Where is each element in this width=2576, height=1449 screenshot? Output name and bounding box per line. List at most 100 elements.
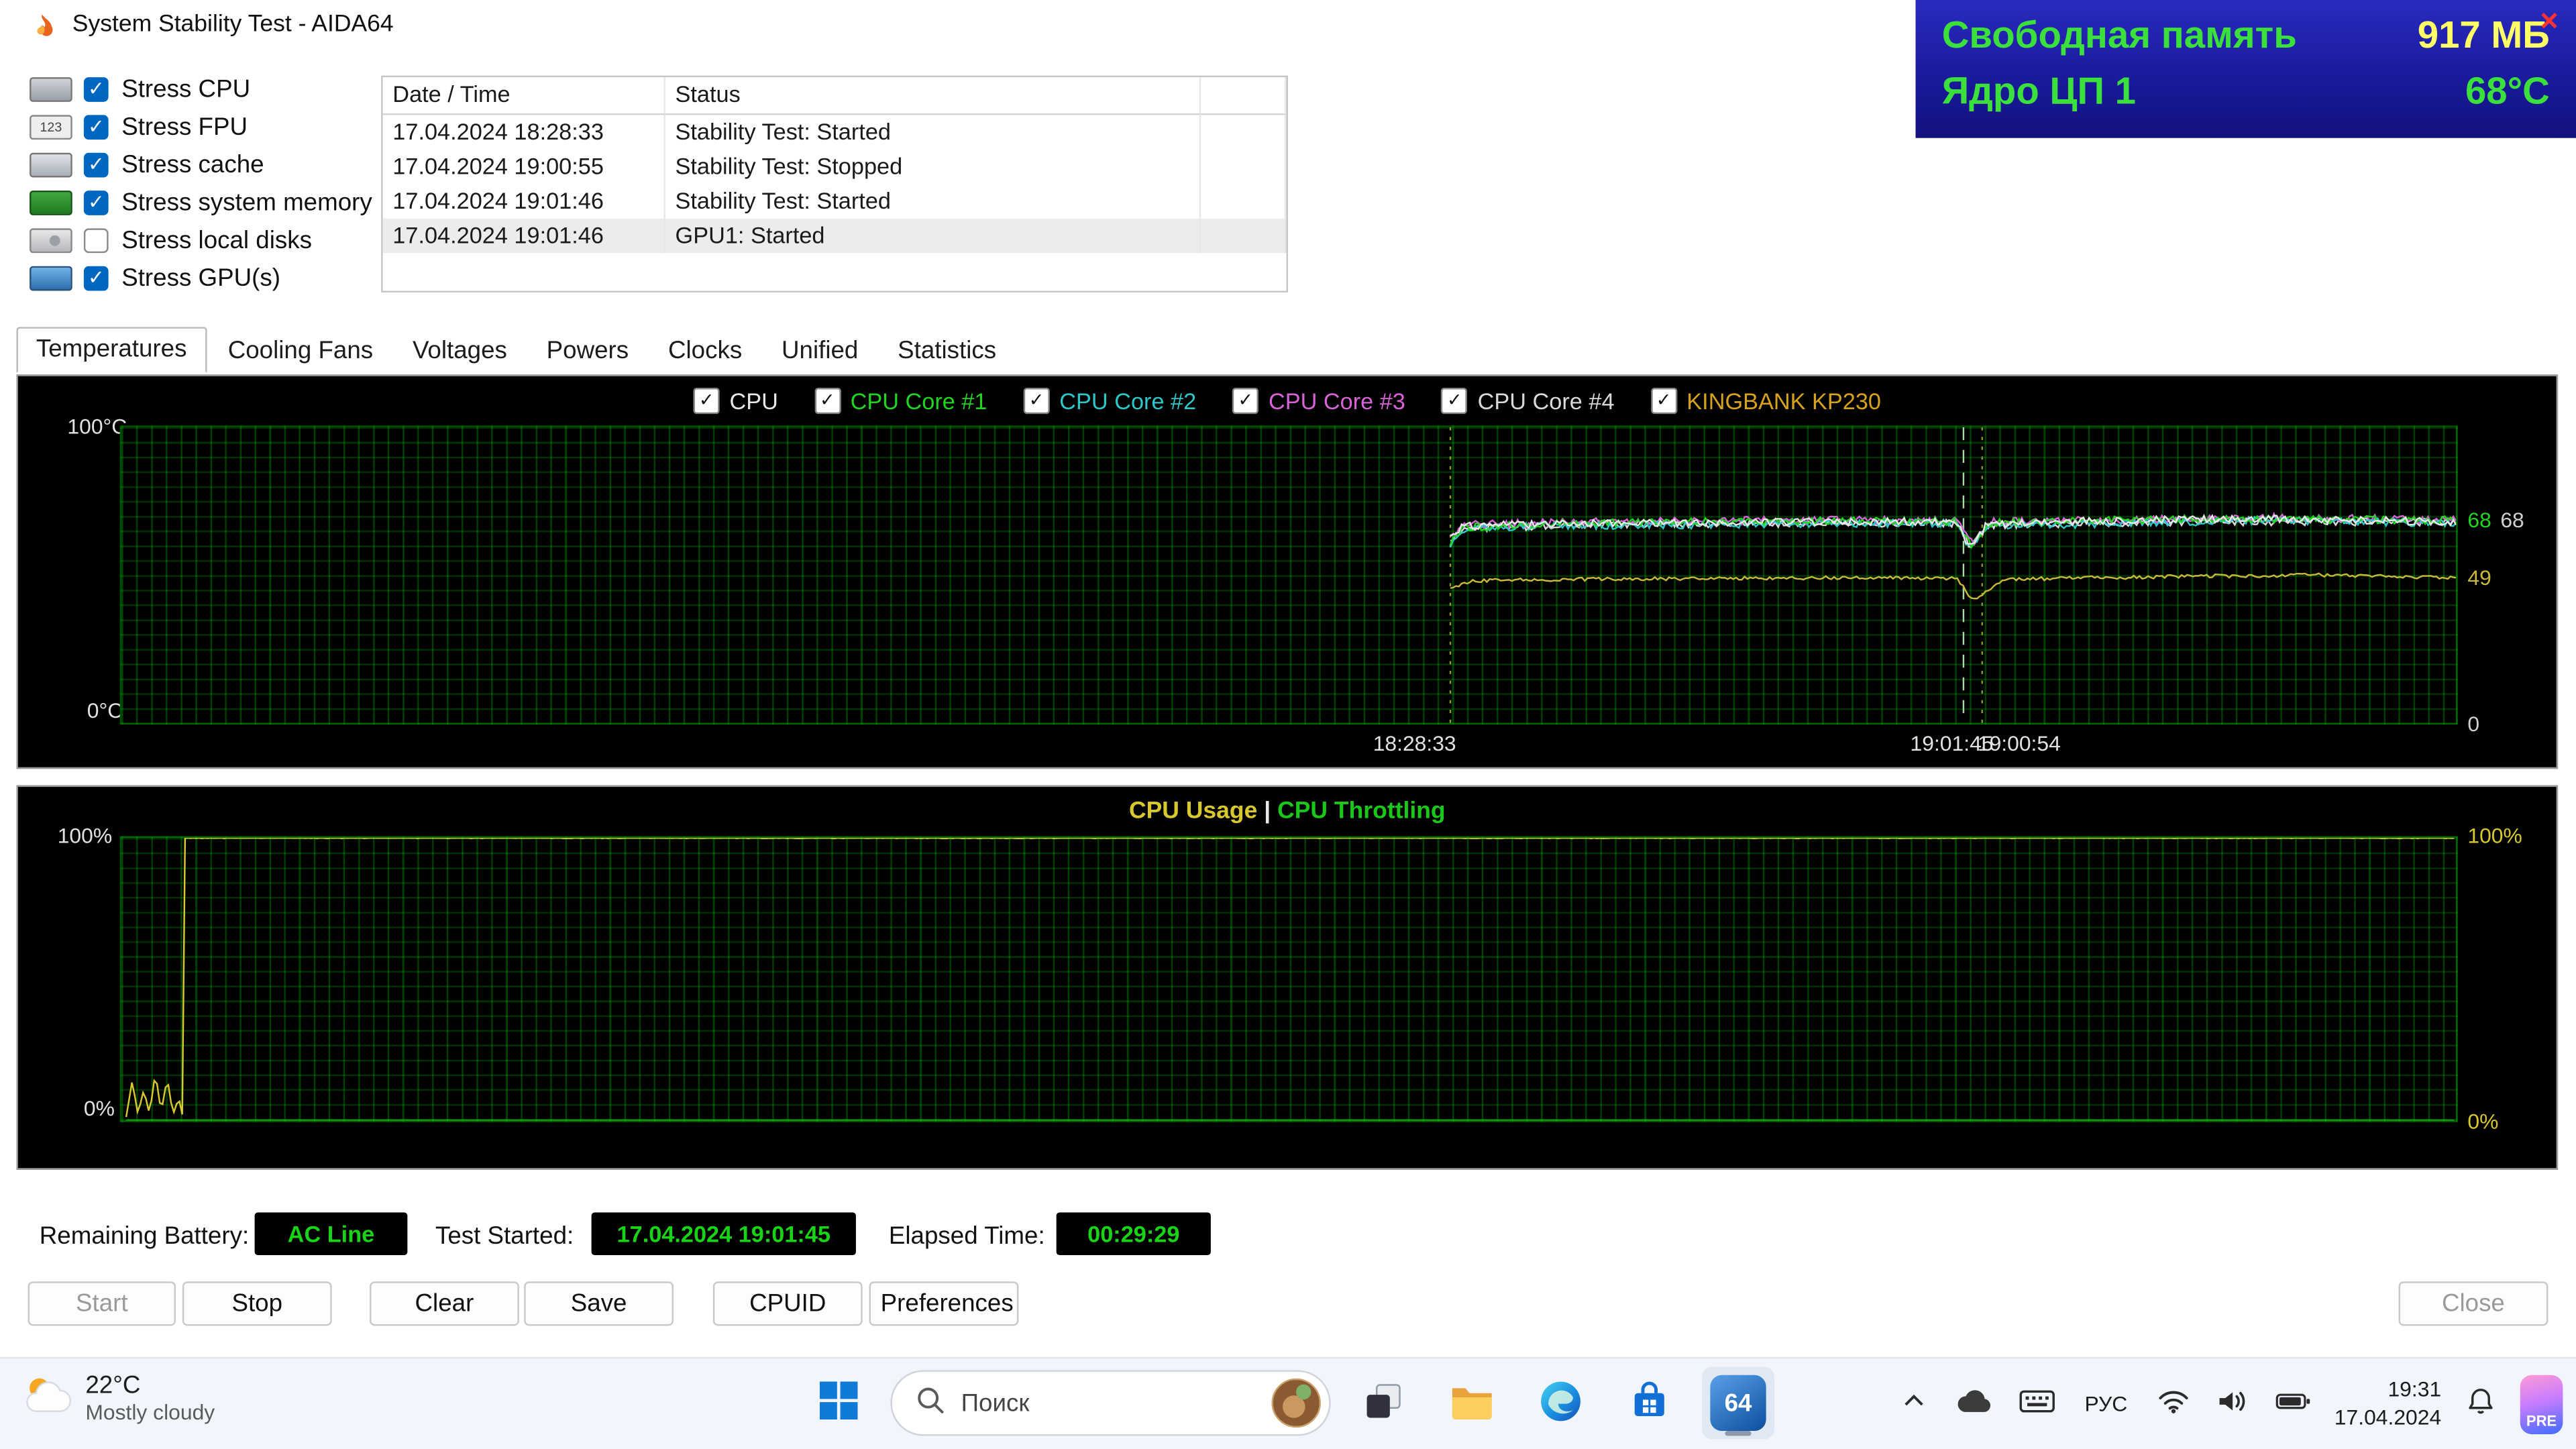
- stress-option[interactable]: ✓Stress GPU(s): [30, 264, 372, 290]
- log-cell-status[interactable]: GPU1: Started: [665, 219, 1201, 253]
- legend-checkbox[interactable]: ✓: [1442, 388, 1468, 414]
- stress-option[interactable]: ✓Stress FPU: [30, 113, 372, 140]
- log-cell-empty: [1201, 219, 1286, 253]
- legend-item[interactable]: ✓ CPU Core #1: [814, 388, 987, 414]
- save-button[interactable]: Save: [524, 1281, 674, 1326]
- osd-row: Свободная память917 МБ: [1942, 13, 2550, 69]
- osd-value: 68°C: [2465, 69, 2550, 113]
- volume-button[interactable]: [2213, 1368, 2253, 1440]
- aida64-icon: 64: [1710, 1375, 1766, 1431]
- log-column-header: Date / Time: [383, 77, 665, 115]
- tab-cooling-fans[interactable]: Cooling Fans: [210, 330, 391, 373]
- taskbar-center: Поиск: [802, 1367, 1774, 1440]
- osd-row: Ядро ЦП 1 68°C: [1942, 69, 2550, 125]
- log-cell-datetime[interactable]: 17.04.2024 19:01:46: [383, 184, 665, 218]
- start-menu-button[interactable]: [802, 1367, 874, 1440]
- stress-option[interactable]: Stress local disks: [30, 227, 372, 253]
- axis-value-label: 68: [2500, 508, 2524, 533]
- elapsed-time-value: 00:29:29: [1057, 1212, 1211, 1255]
- tab-powers[interactable]: Powers: [529, 330, 647, 373]
- tab-voltages[interactable]: Voltages: [394, 330, 525, 373]
- legend-item[interactable]: ✓KINGBANK KP230: [1650, 388, 1881, 414]
- y-axis-max-label: 100%: [58, 823, 112, 848]
- stress-options-list: ✓Stress CPU✓Stress FPU✓Stress cache✓Stre…: [30, 76, 372, 291]
- stop-button[interactable]: Stop: [182, 1281, 332, 1326]
- legend-checkbox[interactable]: ✓: [1232, 388, 1258, 414]
- log-cell-status[interactable]: Stability Test: Stopped: [665, 150, 1201, 184]
- battery-button[interactable]: [2272, 1368, 2315, 1440]
- legend-item[interactable]: ✓CPU Core #4: [1442, 388, 1615, 414]
- checkbox[interactable]: ✓: [84, 76, 109, 101]
- x-axis-time-label: 19:00:54: [1964, 731, 2076, 756]
- clock[interactable]: 19:31 17.04.2024: [2334, 1376, 2441, 1432]
- axis-value-label: 0: [2467, 711, 2479, 736]
- edge-button[interactable]: [1525, 1367, 1597, 1440]
- legend-item[interactable]: ✓ CPU Core #2: [1023, 388, 1196, 414]
- checkbox[interactable]: ✓: [84, 190, 109, 215]
- log-cell-datetime[interactable]: 17.04.2024 19:01:46: [383, 219, 665, 253]
- stress-option[interactable]: ✓Stress CPU: [30, 76, 372, 102]
- stress-option[interactable]: ✓ Stress system memory: [30, 189, 372, 215]
- checkbox[interactable]: [84, 227, 109, 252]
- tab-clocks[interactable]: Clocks: [650, 330, 760, 373]
- preferences-button[interactable]: Preferences: [869, 1281, 1019, 1326]
- legend-item[interactable]: ✓CPU: [694, 388, 778, 414]
- system-tray: РУС 19:31 17.04.2024: [1894, 1358, 2563, 1449]
- aida64-taskbar-button[interactable]: 64: [1702, 1367, 1774, 1440]
- wifi-button[interactable]: [2153, 1368, 2193, 1440]
- touch-keyboard-button[interactable]: [2016, 1368, 2059, 1440]
- weather-widget[interactable]: 22°C Mostly cloudy: [23, 1372, 215, 1424]
- disk-icon: [30, 227, 72, 252]
- close-button: Close: [2399, 1281, 2548, 1326]
- task-view-button[interactable]: [1347, 1367, 1419, 1440]
- start-button: Start: [28, 1281, 176, 1326]
- legend-label: CPU Core #1: [851, 388, 987, 414]
- notification-bell-button[interactable]: [2461, 1368, 2501, 1440]
- osd-close-icon[interactable]: ✕: [2539, 7, 2560, 36]
- battery-icon: [2275, 1390, 2312, 1418]
- task-view-icon: [1362, 1379, 1405, 1427]
- checkbox[interactable]: ✓: [84, 152, 109, 177]
- y-axis-min-label: 0°C: [87, 698, 123, 723]
- osd-panel: Свободная память917 МБЯдро ЦП 1 68°C ✕: [1916, 0, 2576, 138]
- store-button[interactable]: [1613, 1367, 1686, 1440]
- log-cell-datetime[interactable]: 17.04.2024 18:28:33: [383, 115, 665, 149]
- cache-icon: [30, 152, 72, 177]
- legend-label: CPU Core #2: [1059, 388, 1196, 414]
- osd-label: Ядро ЦП 1: [1942, 69, 2136, 113]
- log-cell-status[interactable]: Stability Test: Started: [665, 184, 1201, 218]
- tab-statistics[interactable]: Statistics: [879, 330, 1014, 373]
- onedrive-button[interactable]: [1953, 1368, 1996, 1440]
- checkbox[interactable]: ✓: [84, 114, 109, 139]
- keyboard-icon: [2019, 1388, 2055, 1419]
- stress-option-label: Stress local disks: [121, 226, 312, 254]
- log-column-header: Status: [665, 77, 1201, 115]
- clear-button[interactable]: Clear: [370, 1281, 519, 1326]
- weather-temp: 22°C: [85, 1372, 215, 1400]
- checkbox[interactable]: ✓: [84, 266, 109, 290]
- search-box[interactable]: Поиск: [890, 1370, 1330, 1436]
- log-cell-status[interactable]: Stability Test: Started: [665, 115, 1201, 149]
- file-explorer-button[interactable]: [1436, 1367, 1508, 1440]
- screen: System Stability Test - AIDA64 Свободная…: [0, 0, 2576, 1449]
- temperature-chart-panel: ✓CPU✓CPU Core #1✓CPU Core #2✓CPU Core #3…: [16, 374, 2558, 769]
- legend-checkbox[interactable]: ✓: [1650, 388, 1676, 414]
- legend-checkbox[interactable]: ✓: [694, 388, 720, 414]
- event-log-table[interactable]: Date / TimeStatus17.04.2024 18:28:33Stab…: [381, 76, 1288, 292]
- gpu-icon: [30, 266, 72, 290]
- language-button[interactable]: РУС: [2078, 1368, 2134, 1440]
- tab-unified[interactable]: Unified: [763, 330, 876, 373]
- osd-label: Свободная память: [1942, 13, 2297, 58]
- legend-checkbox[interactable]: ✓: [814, 388, 841, 414]
- temperature-plot: [120, 425, 2458, 724]
- legend-item[interactable]: ✓CPU Core #3: [1232, 388, 1405, 414]
- legend-checkbox[interactable]: ✓: [1023, 388, 1049, 414]
- search-daily-image[interactable]: [1272, 1379, 1321, 1428]
- tab-temperatures[interactable]: Temperatures: [16, 327, 206, 373]
- log-cell-datetime[interactable]: 17.04.2024 19:00:55: [383, 150, 665, 184]
- cpuid-button[interactable]: CPUID: [713, 1281, 863, 1326]
- stress-option-label: Stress system memory: [121, 188, 372, 216]
- chart-title-part: CPU Usage: [1129, 798, 1257, 824]
- stress-option[interactable]: ✓Stress cache: [30, 151, 372, 177]
- tray-overflow-button[interactable]: [1894, 1368, 1933, 1440]
